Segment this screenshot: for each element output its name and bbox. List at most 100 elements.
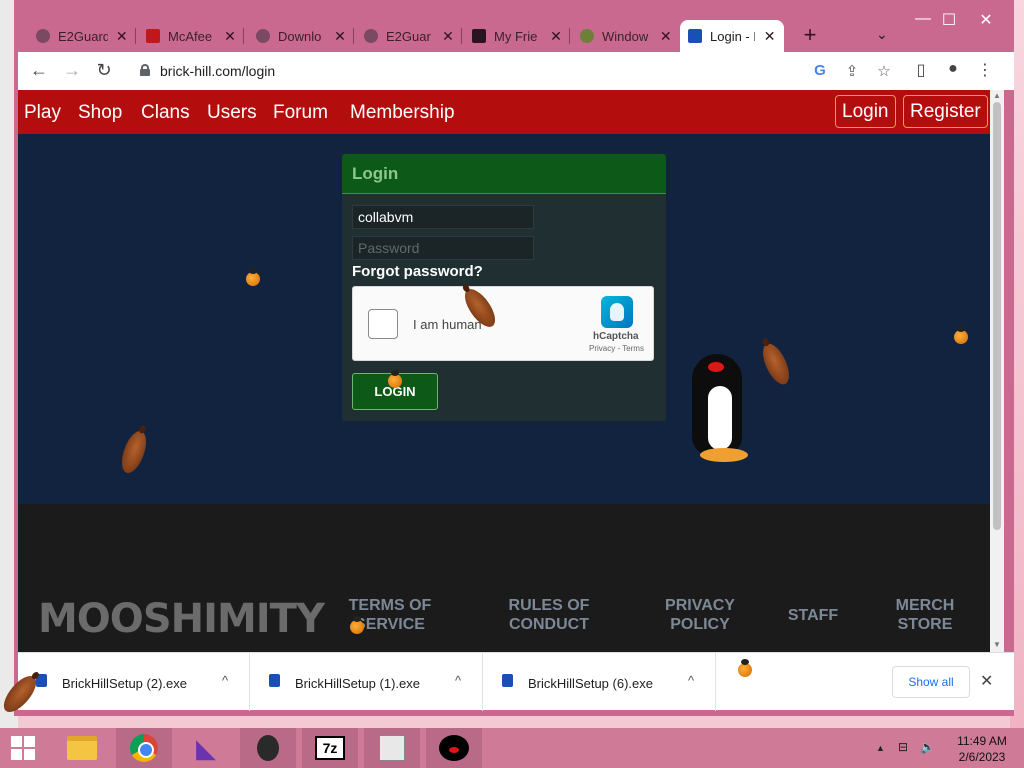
globe-icon: [256, 29, 270, 43]
footer-link-merch[interactable]: MERCH STORE: [880, 596, 970, 634]
scroll-down-arrow-icon[interactable]: ▼: [993, 640, 1001, 649]
taskbar-installer[interactable]: [364, 728, 420, 768]
tab-login-brickhill[interactable]: Login - B ✕: [680, 20, 784, 52]
browser-toolbar: ← → ↻ brick-hill.com/login G ⇪ ☆ ▯ ● ⋮: [18, 52, 1014, 90]
new-tab-button[interactable]: +: [798, 24, 822, 46]
maximize-button[interactable]: ☐: [934, 10, 964, 30]
page-scrollbar[interactable]: ▲ ▼: [990, 90, 1004, 652]
username-field[interactable]: [352, 205, 534, 229]
password-field[interactable]: [352, 236, 534, 260]
tab-title: E2Guard: [58, 28, 108, 44]
tab-separator: [243, 28, 244, 44]
tab-close-icon[interactable]: ✕: [442, 28, 454, 45]
close-shelf-icon[interactable]: ✕: [980, 671, 993, 691]
chevron-up-icon[interactable]: ^: [455, 673, 461, 688]
download-filename: BrickHillSetup (6).exe: [528, 676, 653, 691]
tab-title: Window: [602, 28, 649, 44]
captcha-checkbox[interactable]: [368, 309, 398, 339]
taskbar-chrome[interactable]: [116, 728, 172, 768]
login-card-header: Login: [342, 154, 666, 194]
google-lens-icon[interactable]: G: [810, 62, 830, 79]
windows-logo-icon: [24, 736, 35, 747]
nav-membership[interactable]: Membership: [350, 102, 455, 124]
system-clock[interactable]: 11:49 AM 2/6/2023: [950, 733, 1014, 765]
installer-icon: [379, 735, 405, 761]
tab-search-button[interactable]: ⌄: [876, 26, 888, 43]
volume-icon[interactable]: 🔈: [920, 740, 935, 754]
login-title: Login: [352, 164, 399, 183]
footer-link-line: CONDUCT: [509, 616, 589, 633]
login-nav-button[interactable]: Login: [835, 95, 896, 128]
tray-chevron-icon[interactable]: ▲: [876, 743, 885, 753]
ladybug-icon: [738, 659, 752, 677]
pingu-icon: [439, 735, 469, 761]
ladybug-icon: [246, 268, 260, 286]
footer-link-staff[interactable]: STAFF: [778, 606, 848, 625]
taskbar-bug-app[interactable]: [240, 728, 296, 768]
start-button[interactable]: [0, 728, 48, 768]
url-text[interactable]: brick-hill.com/login: [160, 63, 275, 79]
download-item[interactable]: BrickHillSetup (6).exe ^: [484, 653, 716, 711]
taskbar-visual-studio[interactable]: ◣: [178, 728, 234, 768]
lock-icon[interactable]: [140, 64, 150, 76]
register-nav-button[interactable]: Register: [903, 95, 988, 128]
scroll-up-arrow-icon[interactable]: ▲: [993, 91, 1001, 100]
tab-separator: [569, 28, 570, 44]
mcafee-icon: [146, 29, 160, 43]
footer-link-line: PRIVACY: [665, 597, 735, 614]
download-item[interactable]: BrickHillSetup (1).exe ^: [251, 653, 483, 711]
globe-icon: [364, 29, 378, 43]
share-icon[interactable]: ⇪: [842, 62, 862, 80]
tab-separator: [461, 28, 462, 44]
close-window-button[interactable]: ✕: [971, 10, 1001, 30]
show-all-downloads-button[interactable]: Show all: [892, 666, 970, 698]
nav-users[interactable]: Users: [207, 102, 257, 124]
footer-link-line: MERCH: [895, 597, 955, 614]
bookmark-star-icon[interactable]: ☆: [874, 62, 894, 80]
tab-windows[interactable]: Window ✕: [572, 20, 680, 52]
address-bar[interactable]: brick-hill.com/login G ⇪ ☆: [130, 56, 920, 86]
footer-link-privacy[interactable]: PRIVACY POLICY: [650, 596, 750, 634]
tab-close-icon[interactable]: ✕: [550, 28, 562, 45]
profile-icon[interactable]: ●: [942, 60, 964, 78]
ladybug-icon: [350, 616, 364, 634]
taskbar-7zip[interactable]: 7z: [302, 728, 358, 768]
chrome-menu-icon[interactable]: ⋮: [974, 60, 996, 80]
tab-close-icon[interactable]: ✕: [763, 28, 776, 45]
globe-icon: [36, 29, 50, 43]
tab-e2guardian-1[interactable]: E2Guard ✕: [28, 20, 136, 52]
footer-link-line: POLICY: [670, 616, 730, 633]
scrollbar-thumb[interactable]: [993, 102, 1001, 530]
tab-e2guardian-2[interactable]: E2Guar ✕: [356, 20, 462, 52]
reload-button[interactable]: ↻: [93, 60, 115, 80]
brickhill-icon: [688, 29, 702, 43]
nav-clans[interactable]: Clans: [141, 102, 190, 124]
download-item[interactable]: BrickHillSetup (2).exe ^: [18, 653, 250, 711]
browser-window: E2Guard ✕ McAfee ✕ Downlo ✕ E2Guar ✕ My …: [14, 0, 1014, 716]
tab-close-icon[interactable]: ✕: [334, 28, 346, 45]
tab-mcafee[interactable]: McAfee ✕: [138, 20, 244, 52]
7zip-icon: 7z: [315, 736, 345, 760]
footer-link-line: SERVICE: [355, 616, 425, 633]
forward-button[interactable]: →: [61, 60, 83, 80]
nav-shop[interactable]: Shop: [78, 102, 122, 124]
taskbar-pingu[interactable]: [426, 728, 482, 768]
tab-close-icon[interactable]: ✕: [660, 28, 672, 45]
back-button[interactable]: ←: [28, 60, 50, 80]
tab-download[interactable]: Downlo ✕: [248, 20, 354, 52]
chevron-up-icon[interactable]: ^: [222, 673, 228, 688]
forgot-password-link[interactable]: Forgot password?: [352, 263, 483, 280]
network-icon[interactable]: ⊟: [898, 740, 908, 754]
chevron-up-icon[interactable]: ^: [688, 673, 694, 688]
taskbar-file-explorer[interactable]: [54, 728, 110, 768]
tab-my-friends[interactable]: My Frie ✕: [464, 20, 570, 52]
tab-close-icon[interactable]: ✕: [116, 28, 128, 45]
nav-forum[interactable]: Forum: [273, 102, 328, 124]
footer-logo: MOOSHIMITY: [38, 596, 325, 642]
tab-close-icon[interactable]: ✕: [224, 28, 236, 45]
side-panel-icon[interactable]: ▯: [910, 60, 932, 80]
windows-taskbar: ◣ 7z ▲ ⊟ 🔈 11:49 AM 2/6/2023: [0, 728, 1024, 768]
nav-play[interactable]: Play: [24, 102, 61, 124]
footer-link-rules[interactable]: RULES OF CONDUCT: [499, 596, 599, 634]
hcaptcha-links[interactable]: Privacy - Terms: [589, 344, 644, 353]
